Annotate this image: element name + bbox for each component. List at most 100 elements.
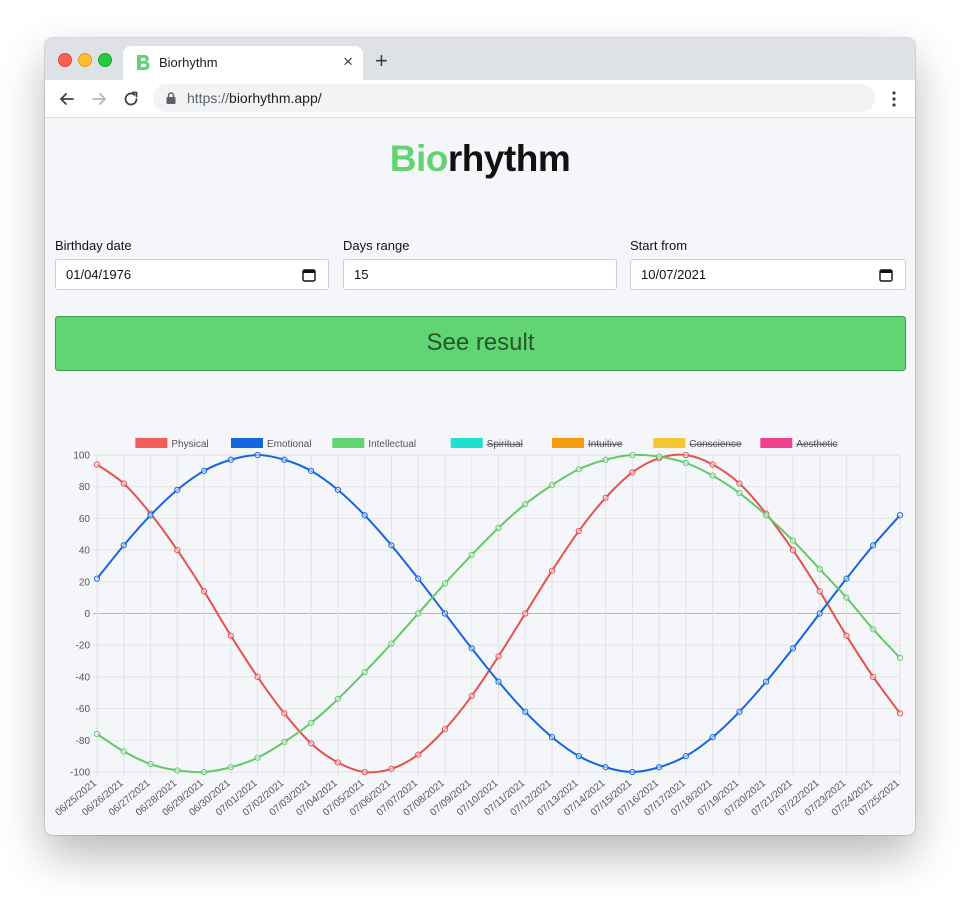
intellectual-data-point[interactable]	[682, 459, 689, 467]
emotional-data-point[interactable]	[227, 456, 234, 463]
physical-data-point[interactable]	[522, 610, 529, 617]
emotional-data-point[interactable]	[789, 645, 797, 652]
tab-close-icon[interactable]: ×	[343, 52, 353, 72]
intellectual-data-point[interactable]	[495, 524, 502, 532]
physical-data-point[interactable]	[200, 588, 208, 595]
intellectual-data-point[interactable]	[254, 754, 261, 761]
intellectual-data-point[interactable]	[468, 551, 475, 558]
kebab-menu-icon[interactable]	[889, 89, 899, 109]
emotional-legend-label[interactable]: Emotional	[267, 439, 311, 450]
emotional-data-point[interactable]	[388, 542, 395, 549]
emotional-data-point[interactable]	[147, 512, 154, 519]
emotional-data-point[interactable]	[682, 753, 689, 760]
aesthetic-legend-swatch[interactable]	[760, 438, 793, 448]
emotional-data-point[interactable]	[522, 708, 529, 715]
intellectual-data-point[interactable]	[602, 456, 609, 463]
intellectual-data-point[interactable]	[843, 594, 850, 601]
emotional-data-point[interactable]	[120, 542, 127, 549]
physical-data-point[interactable]	[816, 588, 823, 595]
intellectual-data-point[interactable]	[227, 764, 234, 771]
physical-data-point[interactable]	[227, 632, 234, 639]
emotional-data-point[interactable]	[254, 451, 261, 459]
physical-data-point[interactable]	[120, 480, 127, 487]
emotional-data-point[interactable]	[896, 512, 904, 519]
physical-data-point[interactable]	[602, 494, 609, 501]
intellectual-data-point[interactable]	[575, 466, 582, 473]
emotional-data-point[interactable]	[200, 467, 208, 474]
physical-data-point[interactable]	[334, 759, 341, 766]
emotional-data-point[interactable]	[816, 610, 823, 617]
aesthetic-legend-label[interactable]: Aesthetic	[796, 439, 837, 450]
emotional-data-point[interactable]	[763, 678, 770, 685]
conscience-legend-swatch[interactable]	[653, 438, 686, 448]
emotional-data-point[interactable]	[548, 734, 556, 741]
physical-data-point[interactable]	[174, 547, 181, 554]
intellectual-data-point[interactable]	[334, 695, 341, 703]
emotional-data-point[interactable]	[468, 645, 475, 652]
physical-data-point[interactable]	[709, 461, 716, 468]
birthday-field[interactable]: 01/04/1976	[55, 259, 329, 290]
emotional-data-point[interactable]	[495, 678, 502, 685]
intellectual-data-point[interactable]	[709, 472, 716, 479]
intellectual-data-point[interactable]	[816, 566, 823, 573]
intellectual-data-point[interactable]	[789, 537, 797, 544]
intellectual-data-point[interactable]	[415, 610, 422, 617]
physical-data-point[interactable]	[575, 527, 582, 535]
conscience-legend-label[interactable]: Conscience	[689, 439, 742, 450]
spiritual-legend-swatch[interactable]	[450, 438, 483, 448]
close-window-button[interactable]	[58, 53, 72, 67]
days-range-field[interactable]: 15	[343, 259, 617, 290]
see-result-button[interactable]: See result	[55, 316, 906, 371]
calendar-icon[interactable]	[302, 268, 316, 282]
intellectual-data-point[interactable]	[147, 760, 154, 768]
intuitive-legend-swatch[interactable]	[552, 438, 584, 448]
physical-data-point[interactable]	[843, 632, 850, 639]
intellectual-data-point[interactable]	[441, 580, 449, 587]
physical-legend-swatch[interactable]	[135, 438, 168, 448]
intellectual-data-point[interactable]	[93, 730, 101, 738]
intellectual-legend-label[interactable]: Intellectual	[368, 439, 416, 450]
physical-data-point[interactable]	[495, 653, 502, 660]
plus-icon[interactable]: +	[375, 50, 388, 72]
physical-data-point[interactable]	[254, 673, 261, 680]
emotional-data-point[interactable]	[281, 456, 288, 463]
emotional-data-point[interactable]	[602, 764, 609, 771]
emotional-data-point[interactable]	[575, 753, 582, 760]
emotional-data-point[interactable]	[174, 486, 181, 493]
intellectual-data-point[interactable]	[548, 482, 556, 489]
physical-data-point[interactable]	[388, 765, 395, 772]
emotional-data-point[interactable]	[709, 734, 716, 741]
physical-legend-label[interactable]: Physical	[171, 439, 208, 450]
emotional-data-point[interactable]	[843, 575, 850, 582]
emotional-data-point[interactable]	[441, 610, 449, 617]
maximize-window-button[interactable]	[98, 53, 112, 67]
physical-data-point[interactable]	[468, 692, 475, 700]
intellectual-data-point[interactable]	[361, 669, 368, 676]
intellectual-data-point[interactable]	[174, 767, 181, 774]
physical-data-point[interactable]	[736, 480, 743, 487]
intellectual-data-point[interactable]	[388, 640, 395, 647]
emotional-data-point[interactable]	[415, 575, 422, 582]
intellectual-legend-swatch[interactable]	[332, 438, 365, 448]
emotional-data-point[interactable]	[334, 486, 341, 493]
emotional-data-point[interactable]	[870, 542, 877, 549]
emotional-data-point[interactable]	[656, 764, 663, 771]
start-from-field[interactable]: 10/07/2021	[630, 259, 906, 290]
physical-data-point[interactable]	[870, 673, 877, 680]
emotional-data-point[interactable]	[308, 467, 315, 474]
intellectual-data-point[interactable]	[522, 501, 529, 508]
intuitive-legend-label[interactable]: Intuitive	[588, 439, 623, 450]
emotional-data-point[interactable]	[629, 768, 636, 776]
physical-data-point[interactable]	[415, 751, 422, 758]
intellectual-data-point[interactable]	[736, 489, 743, 497]
intellectual-data-point[interactable]	[763, 512, 770, 519]
spiritual-legend-label[interactable]: Spiritual	[487, 439, 523, 450]
intellectual-data-point[interactable]	[308, 719, 315, 726]
minimize-window-button[interactable]	[78, 53, 92, 67]
physical-data-point[interactable]	[682, 451, 689, 459]
physical-data-point[interactable]	[361, 768, 368, 776]
browser-tab[interactable]: Biorhythm ×	[123, 46, 363, 80]
intellectual-data-point[interactable]	[281, 738, 288, 745]
intellectual-data-point[interactable]	[120, 748, 127, 755]
intellectual-data-point[interactable]	[656, 453, 663, 460]
